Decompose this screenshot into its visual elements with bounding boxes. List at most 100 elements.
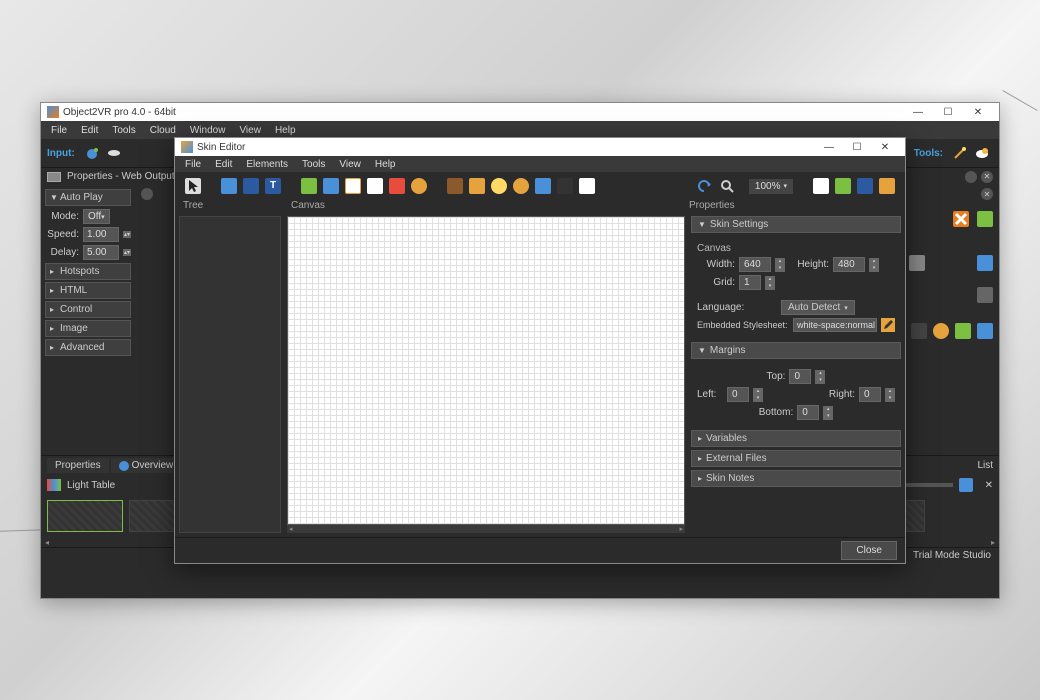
grid-spinner[interactable]: ▴▾ [765,276,775,290]
button-icon[interactable] [447,178,463,194]
menu-view[interactable]: View [233,124,267,137]
seekbar-icon[interactable] [367,178,383,194]
skin-tree-panel[interactable] [179,216,281,533]
template-icon[interactable] [813,178,829,194]
container-icon[interactable] [221,178,237,194]
sliders-icon[interactable] [977,287,993,303]
skin-notes-header[interactable]: ▸Skin Notes [691,470,901,487]
code-icon[interactable] [579,178,595,194]
tab-overview[interactable]: Overview [111,458,182,473]
delay-input[interactable]: 5.00 [83,245,119,260]
skin-menu-help[interactable]: Help [369,158,402,171]
image-icon[interactable] [301,178,317,194]
disc-icon[interactable] [106,145,122,161]
grid-input[interactable]: 1 [739,275,761,290]
panel-close-icon[interactable]: ✕ [981,171,993,183]
section-advanced[interactable]: ▸Advanced [45,339,131,356]
margin-left-spinner[interactable]: ▴▾ [753,388,763,402]
zoom-dropdown[interactable]: 100%▾ [749,179,793,194]
zoom-icon[interactable] [719,178,735,194]
panel-gear-icon[interactable] [965,171,977,183]
margin-right-spinner[interactable]: ▴▾ [885,388,895,402]
lt-close-icon[interactable]: ✕ [985,480,993,491]
skin-close-button[interactable]: ✕ [871,139,899,155]
external-files-header[interactable]: ▸External Files [691,450,901,467]
translate-icon[interactable] [857,178,873,194]
margin-top-spinner[interactable]: ▴▾ [815,370,825,384]
rectangle-icon[interactable] [243,178,259,194]
skin-settings-header[interactable]: ▼Skin Settings [691,216,901,233]
minimize-button[interactable]: — [903,104,933,120]
upload-cloud-icon[interactable] [955,323,971,339]
wand-icon[interactable] [952,145,968,161]
width-input[interactable]: 640 [739,257,771,272]
menu-edit[interactable]: Edit [75,124,104,137]
variables-header[interactable]: ▸Variables [691,430,901,447]
menu-help[interactable]: Help [269,124,302,137]
compass-icon[interactable] [491,178,507,194]
margin-left-input[interactable]: 0 [727,387,749,402]
margin-bottom-input[interactable]: 0 [797,405,819,420]
language-dropdown[interactable]: Auto Detect▾ [781,300,855,315]
speed-input[interactable]: 1.00 [83,227,119,242]
teapot-icon[interactable] [84,145,100,161]
right-close-icon[interactable]: ✕ [981,188,993,200]
pdf-icon[interactable] [389,178,405,194]
nodeimage-icon[interactable] [323,178,339,194]
skin-menu-edit[interactable]: Edit [209,158,238,171]
grid-icon[interactable] [469,178,485,194]
maximize-button[interactable]: ☐ [933,104,963,120]
component-icon[interactable] [835,178,851,194]
cloud-icon[interactable] [974,145,990,161]
folder-open-icon[interactable] [977,255,993,271]
section-autoplay[interactable]: ▼Auto Play [45,189,131,206]
svg-icon[interactable] [345,178,361,194]
avatar-icon[interactable] [933,323,949,339]
document-icon[interactable] [977,211,993,227]
height-spinner[interactable]: ▴▾ [869,258,879,272]
menu-file[interactable]: File [45,124,73,137]
skin-menu-elements[interactable]: Elements [240,158,294,171]
mode-dropdown[interactable]: Off▾ [83,209,110,224]
section-image[interactable]: ▸Image [45,320,131,337]
thumbnail-selected[interactable] [47,500,123,532]
tab-properties[interactable]: Properties [47,458,109,473]
trash-icon[interactable] [909,255,925,271]
canvas-scroll-left-icon[interactable]: ◂ [289,525,293,533]
skin-maximize-button[interactable]: ☐ [843,139,871,155]
undo-icon[interactable] [697,178,713,194]
canvas-scroll-right-icon[interactable]: ▸ [679,525,683,533]
skin-canvas[interactable] [287,216,685,525]
margin-right-input[interactable]: 0 [859,387,881,402]
external-icon[interactable] [411,178,427,194]
margin-bottom-spinner[interactable]: ▴▾ [823,406,833,420]
right-gear-icon[interactable] [141,188,153,200]
scroll-right-icon[interactable]: ▸ [991,538,995,547]
skin-menu-file[interactable]: File [179,158,207,171]
section-hotspots[interactable]: ▸Hotspots [45,263,131,280]
margins-header[interactable]: ▼Margins [691,342,901,359]
speed-spinner[interactable]: ▴▾ [123,231,131,238]
play-icon[interactable] [911,323,927,339]
thumbnails-icon[interactable] [959,478,973,492]
menu-cloud[interactable]: Cloud [144,124,182,137]
margin-top-input[interactable]: 0 [789,369,811,384]
delete-x-icon[interactable] [953,211,969,227]
refresh-icon[interactable] [977,323,993,339]
lottie-icon[interactable] [557,178,573,194]
delay-spinner[interactable]: ▴▾ [123,249,131,256]
width-spinner[interactable]: ▴▾ [775,258,785,272]
scroll-left-icon[interactable]: ◂ [45,538,49,547]
skin-minimize-button[interactable]: — [815,139,843,155]
skin-menu-tools[interactable]: Tools [296,158,331,171]
section-html[interactable]: ▸HTML [45,282,131,299]
close-button[interactable]: ✕ [963,104,993,120]
menu-window[interactable]: Window [184,124,232,137]
skin-menu-view[interactable]: View [333,158,367,171]
text-icon[interactable]: T [265,178,281,194]
video-icon[interactable] [535,178,551,194]
star-icon[interactable] [513,178,529,194]
menu-tools[interactable]: Tools [106,124,141,137]
skin-close-dialog-button[interactable]: Close [841,541,897,560]
people-icon[interactable] [879,178,895,194]
